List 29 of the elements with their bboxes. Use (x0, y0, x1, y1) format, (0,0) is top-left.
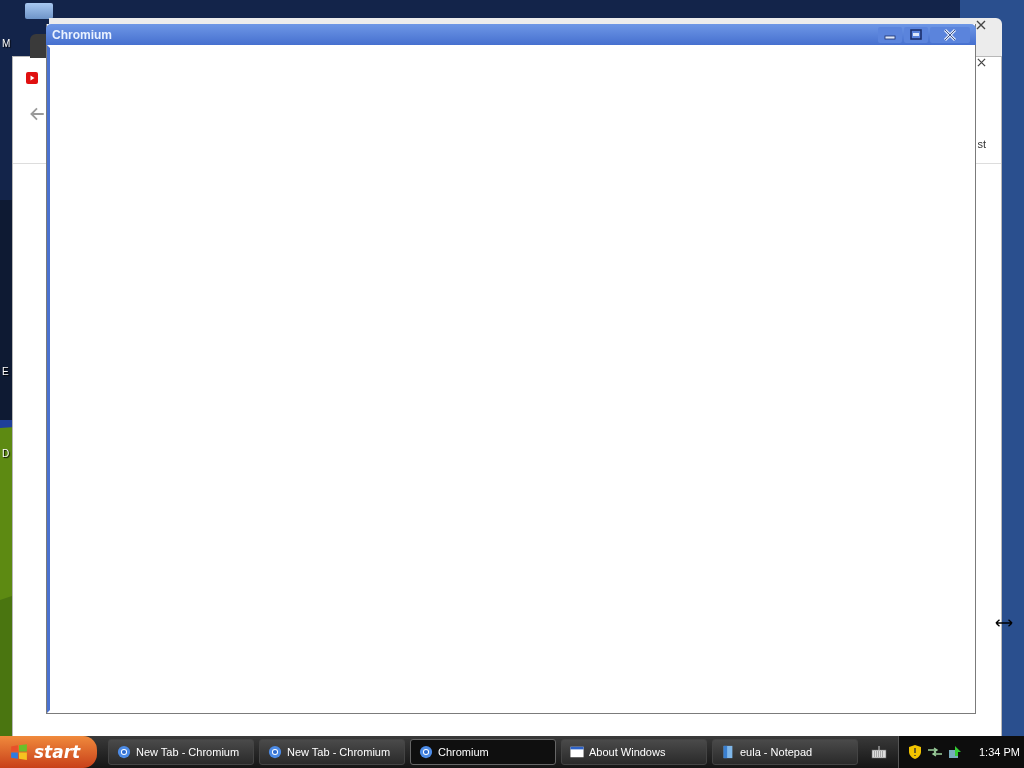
close-icon[interactable] (930, 26, 970, 43)
taskbar-button[interactable]: New Tab - Chromium (108, 739, 254, 765)
shield-icon[interactable] (907, 744, 923, 760)
back-arrow-icon[interactable] (28, 105, 46, 123)
taskbar-button[interactable]: New Tab - Chromium (259, 739, 405, 765)
taskbar-button[interactable]: Chromium (410, 739, 556, 765)
start-button[interactable]: start (0, 736, 97, 768)
clock: 1:34 PM (979, 746, 1020, 758)
partial-text: st (977, 138, 986, 150)
windows-logo-icon (10, 743, 28, 761)
taskbar-button[interactable]: About Windows (561, 739, 707, 765)
taskbar-button[interactable]: eula - Notepad (712, 739, 858, 765)
close-icon[interactable] (977, 58, 986, 67)
desktop-icon-label: M (2, 38, 11, 49)
desktop-icon-label: E (2, 366, 9, 377)
maximize-icon[interactable] (904, 26, 928, 43)
network-icon[interactable] (927, 744, 943, 760)
desktop-icon-label: D (2, 448, 10, 459)
resize-cursor-icon (995, 618, 1013, 628)
browser-icon (419, 745, 433, 759)
video-site-icon (26, 72, 38, 84)
browser-icon (117, 745, 131, 759)
close-icon[interactable] (976, 20, 986, 30)
window-icon (570, 745, 584, 759)
notepad-icon (721, 745, 735, 759)
browser-icon (268, 745, 282, 759)
window-title: Chromium (52, 27, 112, 42)
keyboard-icon[interactable] (871, 745, 887, 759)
safely-remove-icon[interactable] (947, 744, 963, 760)
